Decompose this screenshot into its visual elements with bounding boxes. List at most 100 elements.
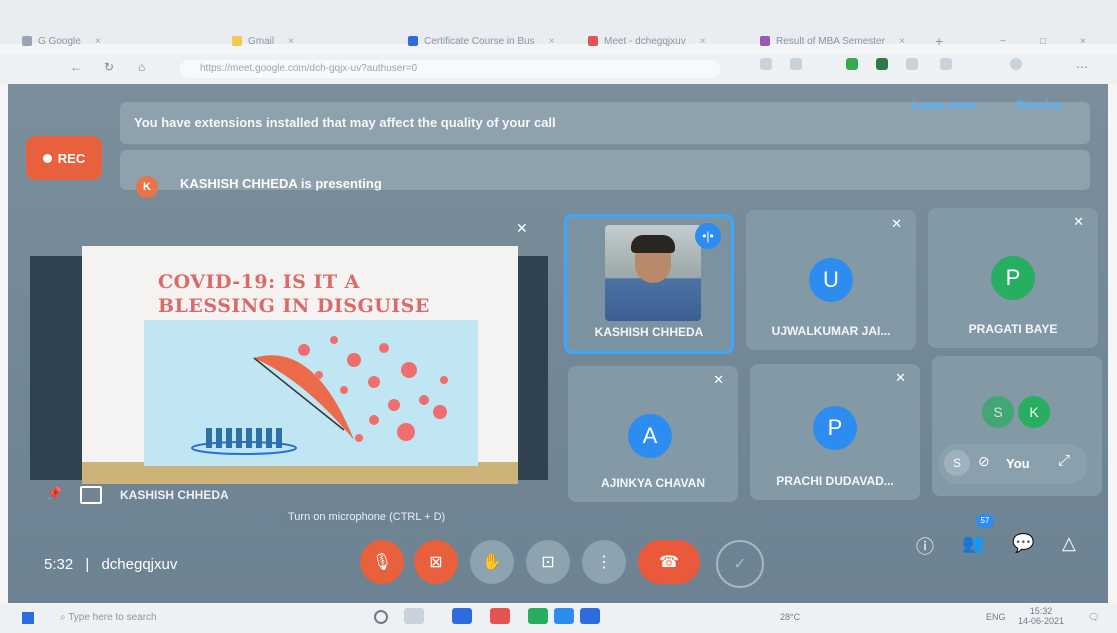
task-view-icon[interactable]: [404, 608, 424, 624]
info-button[interactable]: ⓘ: [916, 533, 934, 559]
browser-tab-active[interactable]: Meet - dchegqjxuv ×: [588, 32, 706, 50]
mic-off-icon: ✕: [891, 216, 902, 231]
participant-name: AJINKYA CHAVAN: [600, 476, 705, 490]
end-call-icon: ☎: [659, 554, 679, 571]
clock-date: 14-06-2021: [1018, 616, 1065, 626]
activity-button[interactable]: ✓: [716, 540, 764, 588]
meeting-time: 5:32: [44, 556, 74, 573]
participant-avatar: K: [1018, 396, 1050, 428]
tab-label: Result of MBA Semester: [776, 35, 885, 47]
self-view-label: You: [1006, 456, 1030, 471]
edge-icon[interactable]: [554, 608, 574, 624]
notification-icon[interactable]: 🗨: [1088, 612, 1099, 623]
maximize-button[interactable]: □: [1040, 32, 1046, 50]
slide-title-line: BLESSING IN DISGUISE: [158, 295, 430, 317]
extension-icon[interactable]: [846, 58, 858, 70]
screen-share-icon: [80, 486, 102, 504]
reload-icon[interactable]: ↻: [104, 60, 114, 74]
people-icon: 👥: [962, 533, 985, 553]
browser-tab[interactable]: Certificate Course in Bus ×: [408, 32, 554, 50]
speaking-indicator-icon: •|•: [695, 223, 721, 249]
tab-favicon: [408, 36, 418, 46]
participant-tile-active[interactable]: •|• KASHISH CHHEDA: [564, 214, 734, 354]
taskbar-search-input[interactable]: ⌕ Type here to search: [60, 612, 157, 623]
more-options-button[interactable]: ⋮: [582, 540, 626, 584]
presenter-avatar: K: [136, 176, 158, 198]
mic-off-icon: ✕: [713, 372, 724, 387]
browser-tab[interactable]: G Google ×: [22, 32, 101, 50]
windows-start-icon[interactable]: [22, 612, 34, 624]
tab-close-icon[interactable]: ×: [700, 36, 706, 47]
extension-icon[interactable]: [906, 58, 918, 70]
tab-close-icon[interactable]: ×: [899, 36, 905, 47]
tab-close-icon[interactable]: ×: [549, 36, 555, 47]
extension-icon[interactable]: [790, 58, 802, 70]
cortana-icon[interactable]: [374, 610, 388, 624]
recording-label: REC: [57, 150, 86, 166]
favorites-icon[interactable]: [940, 58, 952, 70]
office-icon[interactable]: [490, 608, 510, 624]
recording-indicator[interactable]: REC: [26, 136, 102, 180]
banner-message: You have extensions installed that may a…: [134, 115, 556, 130]
search-icon: ⌕: [60, 612, 69, 623]
participant-avatar: S: [982, 396, 1014, 428]
minimize-button[interactable]: −: [1000, 32, 1006, 50]
present-screen-icon: ⊡: [541, 554, 555, 571]
close-window-button[interactable]: ×: [1080, 32, 1086, 50]
participant-avatar: A: [628, 414, 672, 458]
extension-icon[interactable]: [876, 58, 888, 70]
meeting-code: dchegqjxuv: [101, 556, 178, 573]
participant-tile[interactable]: ✕ P PRAGATI BAYE: [928, 208, 1098, 348]
people-button[interactable]: 👥: [962, 533, 984, 554]
raise-hand-button[interactable]: ✋: [470, 540, 514, 584]
participant-avatar: P: [991, 256, 1035, 300]
browser-tab-bar: [0, 0, 1117, 44]
chat-button[interactable]: 💬: [1012, 533, 1034, 554]
participant-tile[interactable]: ✕ A AJINKYA CHAVAN: [568, 366, 738, 502]
activities-button[interactable]: △: [1062, 533, 1076, 554]
language-indicator[interactable]: ENG: [986, 612, 1006, 622]
extension-icon[interactable]: [760, 58, 772, 70]
camera-toggle-button[interactable]: ⊠: [414, 540, 458, 584]
mic-off-icon: ✕: [895, 370, 906, 385]
back-icon[interactable]: ←: [70, 60, 82, 74]
participant-tile[interactable]: ✕ P PRACHI DUDAVAD...: [750, 364, 920, 500]
tab-favicon: [232, 36, 242, 46]
mic-off-icon: 🎙: [371, 554, 393, 571]
dismiss-link[interactable]: Dismiss: [1016, 98, 1062, 112]
learn-more-link[interactable]: Learn more: [912, 98, 977, 112]
pin-icon[interactable]: 📌: [46, 486, 62, 502]
mic-off-icon: ✕: [516, 220, 528, 236]
browser-menu-icon[interactable]: ⋯: [1076, 60, 1088, 74]
presenter-name: KASHISH CHHEDA: [120, 488, 229, 502]
edge-active-icon[interactable]: [580, 608, 600, 624]
tab-close-icon[interactable]: ×: [95, 36, 101, 47]
profile-icon[interactable]: [1010, 58, 1022, 70]
expand-icon[interactable]: ⤢: [1058, 452, 1070, 469]
app-icon[interactable]: [528, 608, 548, 624]
participant-count-badge: 57: [976, 514, 994, 528]
file-explorer-icon[interactable]: [452, 608, 472, 624]
slide-illustration: [144, 320, 478, 466]
participant-tile[interactable]: ✕ U UJWALKUMAR JAI...: [746, 210, 916, 350]
meeting-info: 5:32 | dchegqjxuv: [44, 556, 177, 573]
tab-close-icon[interactable]: ×: [288, 36, 294, 47]
taskbar-clock[interactable]: 15:32 14-06-2021: [1018, 606, 1064, 626]
mic-tooltip: Turn on microphone (CTRL + D): [278, 506, 456, 528]
present-button[interactable]: ⊡: [526, 540, 570, 584]
separator: |: [85, 556, 90, 573]
self-avatar: S: [944, 450, 970, 476]
new-tab-button[interactable]: +: [935, 32, 943, 50]
browser-tab[interactable]: Gmail ×: [232, 32, 294, 50]
weather-text[interactable]: 28°C: [780, 612, 800, 622]
url-input[interactable]: https://meet.google.com/dch-gqjx-uv?auth…: [180, 60, 720, 78]
tab-label: Meet - dchegqjxuv: [604, 35, 686, 47]
participant-video: [605, 225, 701, 321]
mic-toggle-button[interactable]: 🎙: [360, 540, 404, 584]
participant-name: PRACHI DUDAVAD...: [776, 474, 894, 488]
browser-tab[interactable]: Result of MBA Semester ×: [760, 32, 905, 50]
slide-title: COVID-19: IS IT A BLESSING IN DISGUISE: [158, 270, 478, 318]
record-dot-icon: [42, 153, 52, 163]
end-call-button[interactable]: ☎: [638, 540, 700, 584]
home-icon[interactable]: ⌂: [138, 60, 145, 74]
